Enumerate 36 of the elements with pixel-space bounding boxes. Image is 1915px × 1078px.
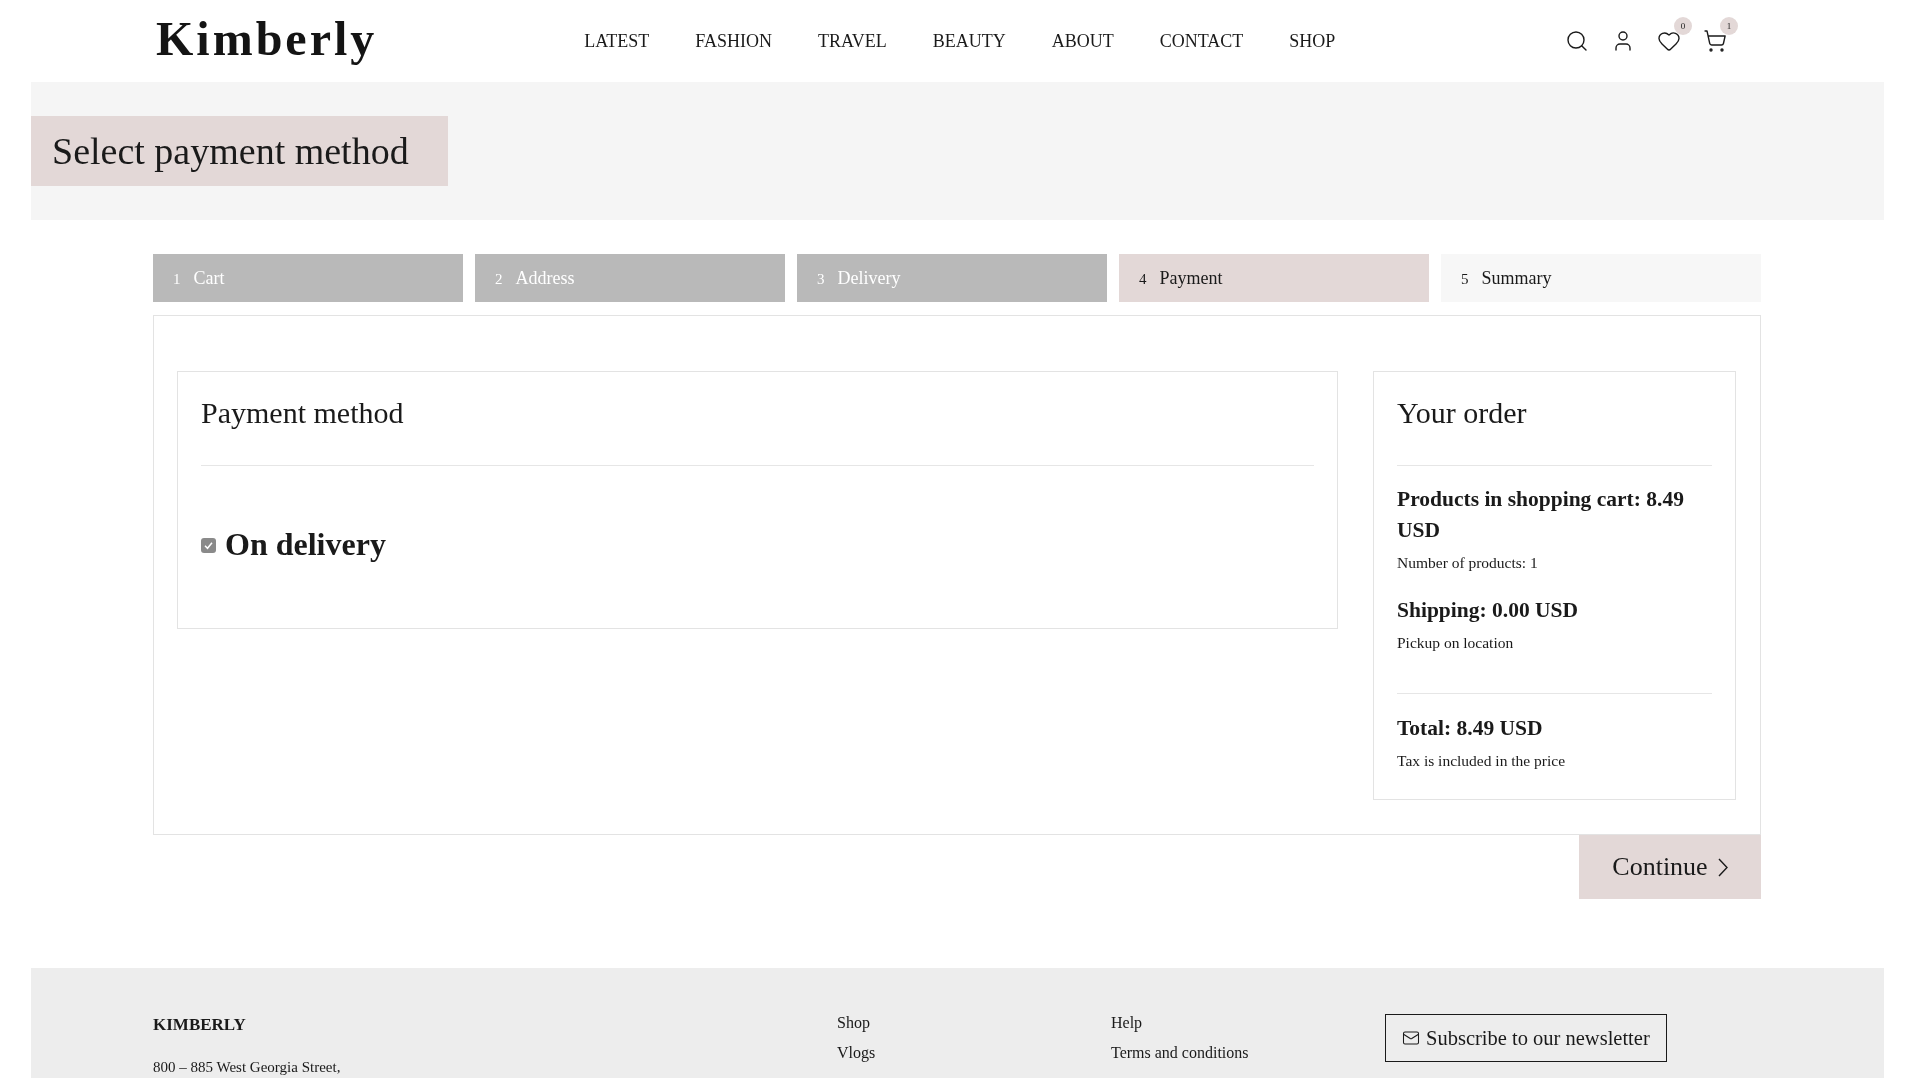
- count-badge: 1: [1720, 17, 1738, 35]
- footer-address: 800 – 885 West Georgia Street,: [153, 1058, 342, 1077]
- summary-note: Number of products: 1: [1397, 553, 1539, 573]
- footer-link[interactable]: Vlogs: [837, 1038, 876, 1068]
- footer-link[interactable]: Terms and conditions: [1111, 1038, 1249, 1068]
- footer-link[interactable]: Help: [1111, 1008, 1143, 1038]
- summary-note: Pickup on location: [1397, 633, 1515, 653]
- continue-button[interactable]: Continue: [1579, 835, 1761, 899]
- nav-link[interactable]: BEAUTY: [932, 30, 1006, 52]
- step-tab[interactable]: 5 Summary: [1441, 254, 1761, 302]
- summary-heading: Products in shopping cart: 8.49 USD: [1397, 486, 1685, 544]
- count-badge: 0: [1674, 17, 1692, 35]
- panel-title: Your order: [1397, 395, 1528, 431]
- summary-heading: Shipping: 0.00 USD: [1397, 597, 1580, 624]
- checkbox[interactable]: [201, 537, 216, 553]
- nav-link[interactable]: FASHION: [695, 30, 772, 52]
- site-logo[interactable]: Kimberly: [156, 15, 378, 67]
- summary-note: Tax is included in the price: [1397, 751, 1567, 771]
- search-icon[interactable]: [1565, 29, 1589, 53]
- mail-icon: [1402, 1029, 1420, 1047]
- heart-icon[interactable]: [1657, 29, 1681, 53]
- nav-link[interactable]: CONTACT: [1159, 30, 1244, 52]
- footer-link[interactable]: Shop: [837, 1008, 870, 1038]
- nav-link[interactable]: ABOUT: [1051, 30, 1114, 52]
- newsletter-button[interactable]: Subscribe to our newsletter: [1385, 1014, 1667, 1062]
- option-label[interactable]: On delivery: [225, 524, 386, 564]
- nav-link[interactable]: LATEST: [584, 30, 650, 52]
- page-title: Select payment method: [31, 116, 448, 186]
- cart-icon[interactable]: [1703, 29, 1727, 53]
- step-tab[interactable]: 4 Payment: [1119, 254, 1429, 302]
- panel-title: Payment method: [201, 395, 405, 431]
- nav-link[interactable]: TRAVEL: [818, 30, 887, 52]
- total-heading: Total: 8.49 USD: [1397, 715, 1544, 742]
- footer-brand: KIMBERLY: [153, 1014, 247, 1036]
- chevron-right-icon: [1717, 857, 1728, 877]
- nav-link[interactable]: SHOP: [1289, 30, 1336, 52]
